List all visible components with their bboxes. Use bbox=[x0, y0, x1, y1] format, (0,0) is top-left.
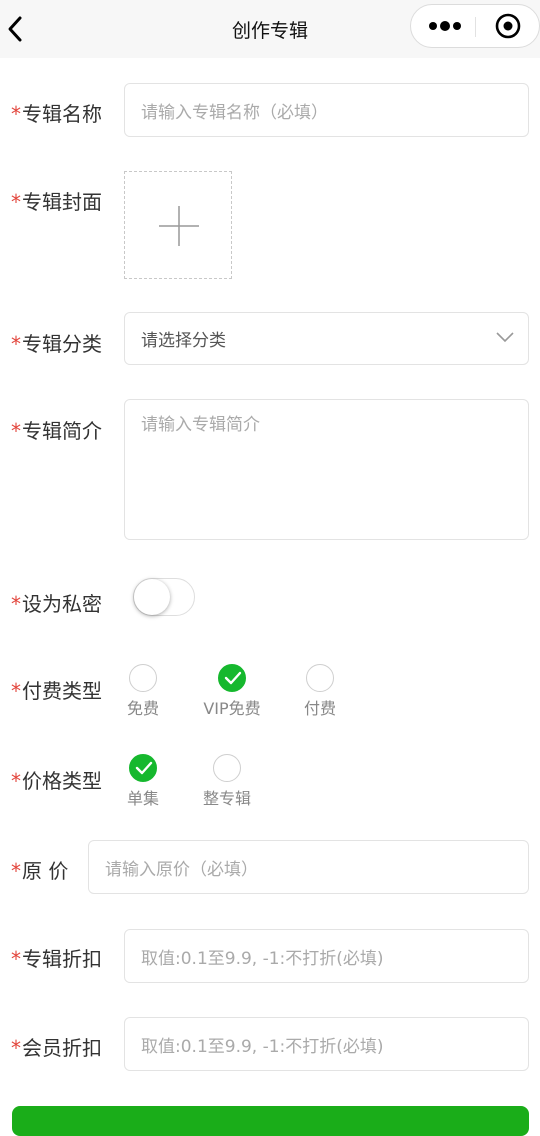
required-mark: * bbox=[11, 679, 21, 703]
pay-type-option-paid[interactable]: 付费 bbox=[280, 664, 360, 719]
radio-circle-checked bbox=[218, 664, 246, 692]
check-icon bbox=[224, 671, 242, 685]
album-discount-label: *专辑折扣 bbox=[11, 947, 102, 971]
capsule-divider bbox=[475, 17, 476, 37]
submit-button[interactable] bbox=[12, 1106, 529, 1136]
price-type-option-single[interactable]: 单集 bbox=[103, 754, 183, 809]
pay-type-label: *付费类型 bbox=[11, 679, 102, 703]
price-type-label: *价格类型 bbox=[11, 769, 102, 793]
mini-program-capsule bbox=[410, 4, 540, 48]
more-icon[interactable] bbox=[427, 13, 463, 39]
cover-label: *专辑封面 bbox=[11, 190, 102, 214]
album-discount-input[interactable]: 取值:0.1至9.9, -1:不打折(必填) bbox=[124, 929, 529, 983]
toggle-knob bbox=[134, 579, 170, 615]
plus-icon bbox=[159, 206, 199, 246]
category-select[interactable]: 请选择分类 bbox=[124, 312, 529, 365]
original-price-input[interactable]: 请输入原价（必填） bbox=[88, 840, 529, 894]
required-mark: * bbox=[11, 592, 21, 616]
radio-circle-checked bbox=[129, 754, 157, 782]
check-icon bbox=[135, 761, 153, 775]
required-mark: * bbox=[11, 419, 21, 443]
target-icon[interactable] bbox=[495, 13, 521, 39]
required-mark: * bbox=[11, 859, 21, 883]
category-label: *专辑分类 bbox=[11, 332, 102, 356]
private-toggle[interactable] bbox=[133, 578, 195, 616]
navigation-bar: 创作专辑 bbox=[0, 0, 540, 58]
required-mark: * bbox=[11, 1036, 21, 1060]
required-mark: * bbox=[11, 190, 21, 214]
radio-circle bbox=[306, 664, 334, 692]
name-label: *专辑名称 bbox=[11, 102, 102, 126]
pay-type-option-free[interactable]: 免费 bbox=[103, 664, 183, 719]
member-discount-label: *会员折扣 bbox=[11, 1036, 102, 1060]
required-mark: * bbox=[11, 102, 21, 126]
radio-circle bbox=[213, 754, 241, 782]
album-name-input[interactable]: 请输入专辑名称（必填） bbox=[124, 83, 529, 137]
cover-upload-button[interactable] bbox=[124, 171, 232, 279]
private-label: *设为私密 bbox=[11, 592, 102, 616]
price-type-option-whole-album[interactable]: 整专辑 bbox=[187, 754, 267, 809]
required-mark: * bbox=[11, 332, 21, 356]
album-intro-textarea[interactable]: 请输入专辑简介 bbox=[124, 399, 529, 540]
pay-type-option-vip-free[interactable]: VIP免费 bbox=[192, 664, 272, 719]
required-mark: * bbox=[11, 769, 21, 793]
chevron-down-icon bbox=[496, 332, 514, 343]
member-discount-input[interactable]: 取值:0.1至9.9, -1:不打折(必填) bbox=[124, 1017, 529, 1071]
radio-circle bbox=[129, 664, 157, 692]
original-price-label: *原 价 bbox=[11, 859, 69, 883]
intro-label: *专辑简介 bbox=[11, 419, 102, 443]
required-mark: * bbox=[11, 947, 21, 971]
